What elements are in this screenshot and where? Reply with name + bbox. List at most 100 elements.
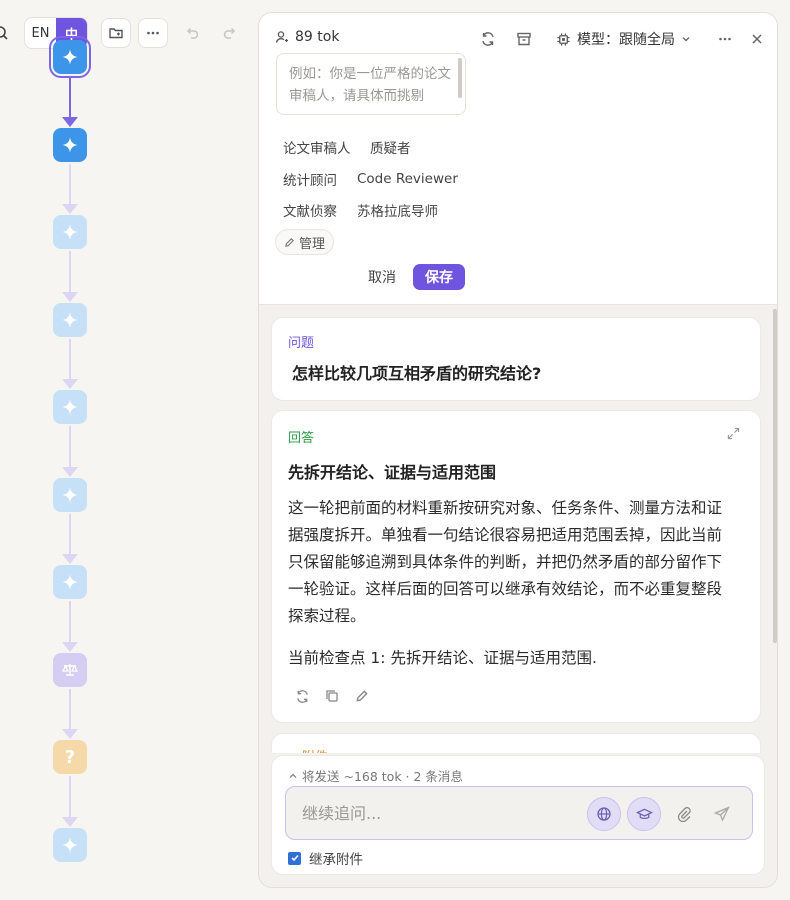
copy-button[interactable] — [323, 687, 341, 705]
prompt-scrollbar[interactable] — [458, 58, 462, 98]
copy-icon — [326, 690, 338, 702]
cancel-button[interactable]: 取消 — [363, 264, 401, 290]
sparkle-icon — [62, 137, 78, 153]
chevron-down-icon — [682, 37, 690, 42]
flow-node-step[interactable] — [53, 128, 87, 162]
flow-node-step[interactable] — [53, 828, 87, 862]
globe-icon — [597, 807, 611, 821]
inherit-attachments-checkbox[interactable] — [288, 851, 301, 865]
question-card: 问题 怎样比较几项互相矛盾的研究结论? — [271, 317, 761, 401]
model-selector-label: 模型：跟随全局 — [577, 32, 675, 48]
refresh-icon — [482, 32, 494, 46]
sparkle-icon — [62, 312, 78, 328]
message-list-scrollbar[interactable] — [773, 309, 777, 643]
answer-title: 先拆开结论、证据与适用范围 — [288, 463, 497, 482]
undo-button[interactable] — [177, 18, 207, 48]
manage-personas-button[interactable]: 管理 — [275, 229, 335, 255]
send-icon — [714, 806, 730, 822]
system-prompt-input[interactable]: 例如：你是一位严格的论文审稿人，请具体而挑剔 — [276, 53, 466, 115]
redo-icon — [223, 27, 236, 39]
sparkle-icon — [62, 49, 78, 65]
flow-node-step[interactable] — [53, 215, 87, 249]
flow-node-step[interactable] — [49, 36, 91, 78]
attachment-card: 附件 — [271, 733, 761, 753]
chip-icon — [557, 32, 570, 46]
sparkle-icon — [62, 224, 78, 240]
edit-button[interactable] — [353, 687, 371, 705]
flow-connector — [69, 76, 71, 118]
refresh-button[interactable] — [480, 27, 496, 51]
expand-button[interactable] — [727, 427, 740, 444]
send-info[interactable]: 将发送 ~168 tok · 2 条消息 — [288, 766, 463, 785]
answer-card: 回答 先拆开结论、证据与适用范围 这一轮把前面的材料重新按研究对象、任务条件、测… — [271, 410, 761, 723]
sparkle-icon — [62, 837, 78, 853]
flow-arrowhead — [62, 292, 78, 302]
question-text: 怎样比较几项互相矛盾的研究结论? — [292, 364, 542, 383]
persona-chip[interactable]: Code Reviewer — [357, 167, 458, 191]
persona-chip[interactable]: 统计顾问 — [283, 167, 337, 191]
followup-input[interactable] — [302, 787, 582, 839]
system-prompt-placeholder: 例如：你是一位严格的论文审稿人，请具体而挑剔 — [289, 66, 451, 104]
close-panel-button[interactable] — [750, 27, 764, 51]
answer-line: 一轮验证。这样后面的回答可以继承有效结论，而不必重复整段 — [288, 580, 723, 598]
flow-connector — [69, 339, 71, 380]
archive-button[interactable] — [516, 27, 532, 51]
flow-arrowhead — [62, 117, 78, 127]
flow-arrowhead — [62, 554, 78, 564]
pencil-icon — [356, 690, 368, 702]
message-list: 问题 怎样比较几项互相矛盾的研究结论? 回答 先拆开结论、证据与适用范围 这一轮… — [259, 305, 777, 753]
flow-arrowhead — [62, 729, 78, 739]
flow-connector — [69, 689, 71, 730]
flow-arrowhead — [62, 467, 78, 477]
answer-line: 这一轮把前面的材料重新按研究对象、任务条件、测量方法和证 — [288, 499, 723, 517]
flow-node-step[interactable] — [53, 565, 87, 599]
send-info-text: 将发送 ~168 tok · 2 条消息 — [302, 769, 463, 784]
undo-icon — [186, 27, 199, 39]
answer-line: 只保留能够追溯到具体条件的判断，并把仍然矛盾的部分留作下 — [288, 553, 723, 571]
composer: 将发送 ~168 tok · 2 条消息 继承附件 — [271, 755, 765, 875]
flow-node-step[interactable] — [53, 390, 87, 424]
check-icon — [290, 854, 299, 862]
flow-connector — [69, 776, 71, 818]
answer-body: 这一轮把前面的材料重新按研究对象、任务条件、测量方法和证 据强度拆开。单独看一句… — [288, 495, 748, 630]
scholar-mode-toggle[interactable] — [627, 797, 661, 831]
sparkle-icon — [62, 574, 78, 590]
conversation-panel: 89 tok 模型：跟随全局 例如：你是一位严格的论文审稿人，请具体而挑剔 论文… — [258, 12, 778, 888]
more-button[interactable] — [138, 18, 168, 48]
graduation-cap-icon — [635, 808, 653, 819]
persona-chip[interactable]: 文献侦察 — [283, 198, 337, 222]
flow-node-step[interactable] — [53, 478, 87, 512]
flow-connector — [69, 601, 71, 643]
persona-chip[interactable]: 论文审稿人 — [283, 135, 351, 159]
persona-chip[interactable]: 质疑者 — [370, 135, 411, 159]
manage-label: 管理 — [299, 236, 326, 252]
flow-arrowhead — [62, 817, 78, 827]
inherit-attachments-option[interactable]: 继承附件 — [288, 848, 363, 868]
save-button[interactable]: 保存 — [413, 264, 465, 290]
more-icon — [719, 37, 731, 41]
flow-node-judge[interactable] — [53, 653, 87, 687]
refresh-icon — [296, 689, 308, 703]
attachment-label: 附件 — [302, 746, 328, 753]
panel-more-button[interactable] — [717, 27, 733, 51]
token-count: 89 tok — [295, 29, 340, 45]
chevron-up-icon — [289, 773, 297, 778]
scale-icon — [62, 664, 78, 676]
model-selector[interactable]: 模型：跟随全局 — [556, 27, 691, 51]
expand-icon — [727, 427, 740, 440]
question-label: 问题 — [288, 336, 315, 351]
flow-connector — [69, 426, 71, 468]
flow-node-question[interactable]: ? — [53, 740, 87, 774]
attach-file-button[interactable] — [667, 797, 701, 831]
web-search-toggle[interactable] — [587, 797, 621, 831]
persona-chip[interactable]: 苏格拉底导师 — [357, 198, 438, 222]
archive-icon — [517, 32, 531, 46]
redo-button[interactable] — [215, 18, 245, 48]
flow-node-step[interactable] — [53, 303, 87, 337]
followup-input-box — [285, 786, 753, 840]
token-counter: 89 tok — [275, 29, 339, 45]
flow-arrowhead — [62, 379, 78, 389]
flow-arrowhead — [62, 642, 78, 652]
regenerate-button[interactable] — [293, 687, 311, 705]
send-button[interactable] — [705, 797, 739, 831]
